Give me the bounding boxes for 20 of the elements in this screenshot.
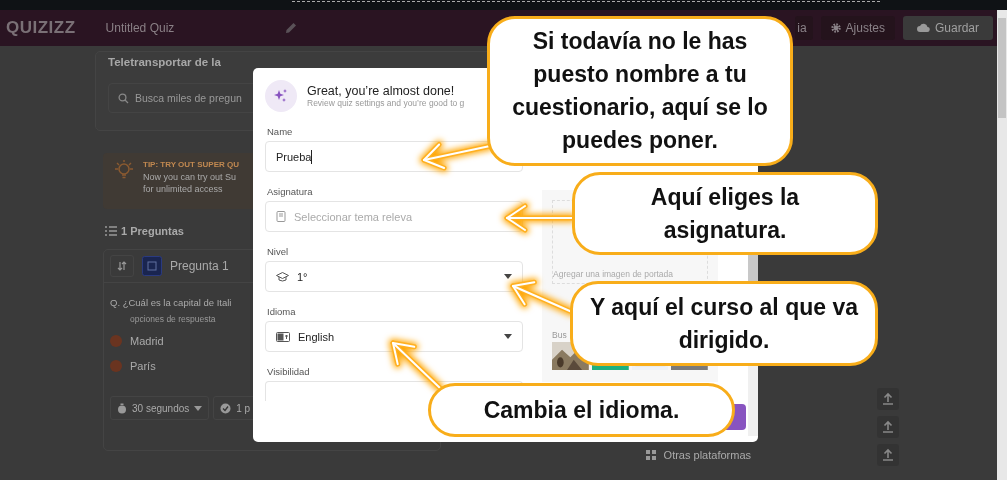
tip-text: for unlimited access [143,183,224,195]
field-label: Nivel [267,246,290,257]
callout-tooltip: Si todavía no le has puesto nombre a tu cuestionario, aquí se lo puedes poner. [487,16,793,166]
callout-tooltip: Cambia el idioma. [428,383,735,437]
library-title: Teletransportar de la [108,56,222,68]
field-label: Idioma [267,306,297,317]
options-label: opciones de respuesta [130,314,216,324]
question-label: Pregunta 1 [170,259,229,273]
question-text: Q. ¿Cuál es la capital de Itali [110,297,233,308]
callout-tooltip: Y aquí el curso al que va dirigido. [570,281,878,366]
question-count: 1 Preguntas [121,225,184,237]
field-label: Name [267,126,294,137]
field-label: Asignatura [267,186,314,197]
field-label: Visibilidad [267,366,311,377]
answer-option: Madrid [130,334,164,347]
tip-title: TIP: TRY OUT SUPER QU [143,159,239,171]
callout-tooltip: Aquí eliges la asignatura. [572,172,878,255]
tip-text: Now you can try out Su [143,171,238,183]
answer-option: París [130,359,156,372]
image-search-label: Bus [552,330,568,340]
